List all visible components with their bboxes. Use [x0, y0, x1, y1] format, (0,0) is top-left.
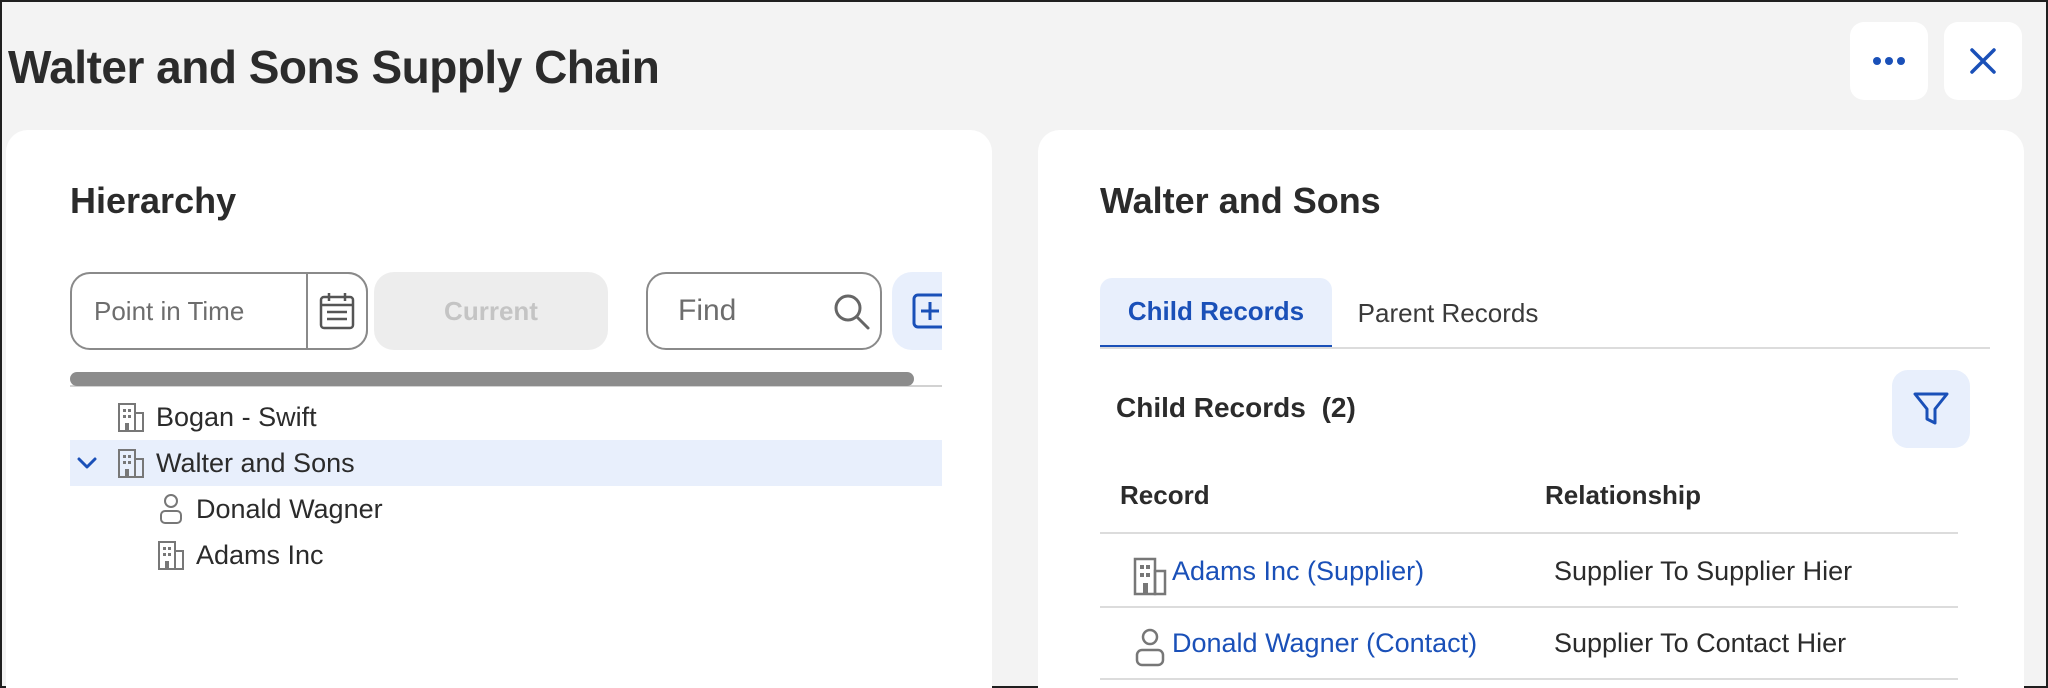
calendar-icon [319, 293, 355, 330]
tab-parent-records[interactable]: Parent Records [1348, 278, 1548, 348]
building-icon [116, 446, 146, 480]
tree-item-label: Adams Inc [196, 539, 324, 570]
section-title-label: Child Records [1116, 392, 1306, 423]
building-icon [1132, 556, 1168, 596]
tab-child-records[interactable]: Child Records [1100, 278, 1332, 348]
column-header-relationship[interactable]: Relationship [1545, 480, 1701, 511]
tree-item-label: Bogan - Swift [156, 401, 317, 432]
page-title: Walter and Sons Supply Chain [8, 41, 660, 93]
record-link-adams-inc[interactable]: Adams Inc (Supplier) [1172, 556, 1424, 587]
calendar-button[interactable] [306, 272, 368, 350]
person-icon [1132, 628, 1168, 668]
table-row: Adams Inc (Supplier) Supplier To Supplie… [1100, 536, 1958, 608]
person-icon [156, 492, 186, 526]
record-link-donald-wagner[interactable]: Donald Wagner (Contact) [1172, 628, 1477, 659]
building-icon [116, 400, 146, 434]
table-divider [1100, 532, 1958, 534]
tree-item-label: Walter and Sons [156, 447, 355, 478]
find-input[interactable] [678, 274, 818, 348]
relationship-cell: Supplier To Contact Hier [1554, 628, 1847, 658]
section-title: Child Records (2) [1116, 392, 1356, 424]
ellipsis-icon [1873, 57, 1905, 65]
details-panel: Walter and Sons Child Records Parent Rec… [1038, 130, 2024, 688]
search-icon[interactable] [832, 292, 872, 337]
hierarchy-panel: Hierarchy Current [6, 130, 992, 688]
tree-item-bogan-swift[interactable]: Bogan - Swift [70, 394, 942, 440]
tab-divider [1100, 347, 1990, 349]
point-in-time-field [70, 272, 368, 350]
close-icon [1970, 48, 1996, 74]
relationship-cell: Supplier To Supplier Hier [1554, 556, 1853, 586]
table-divider [1100, 678, 1958, 680]
tree-item-adams-inc[interactable]: Adams Inc [70, 532, 942, 578]
horizontal-scrollbar[interactable] [70, 372, 914, 386]
more-options-button[interactable] [1850, 22, 1928, 100]
tree-item-walter-and-sons[interactable]: Walter and Sons [70, 440, 942, 486]
hierarchy-title: Hierarchy [70, 180, 237, 221]
add-button[interactable] [892, 272, 942, 350]
filter-button[interactable] [1892, 370, 1970, 448]
plus-box-icon [912, 293, 942, 329]
details-title: Walter and Sons [1100, 180, 1381, 221]
point-in-time-input[interactable] [94, 274, 294, 348]
close-button[interactable] [1944, 22, 2022, 100]
add-button-container [892, 272, 942, 350]
record-count: (2) [1321, 392, 1356, 423]
tree-item-donald-wagner[interactable]: Donald Wagner [70, 486, 942, 532]
chevron-down-icon[interactable] [76, 452, 98, 474]
tree-item-label: Donald Wagner [196, 493, 383, 524]
table-row: Donald Wagner (Contact) Supplier To Cont… [1100, 608, 1958, 680]
filter-icon [1913, 392, 1949, 425]
current-button[interactable]: Current [374, 272, 608, 350]
find-field [646, 272, 882, 350]
building-icon [156, 538, 186, 572]
column-header-record[interactable]: Record [1120, 480, 1210, 511]
